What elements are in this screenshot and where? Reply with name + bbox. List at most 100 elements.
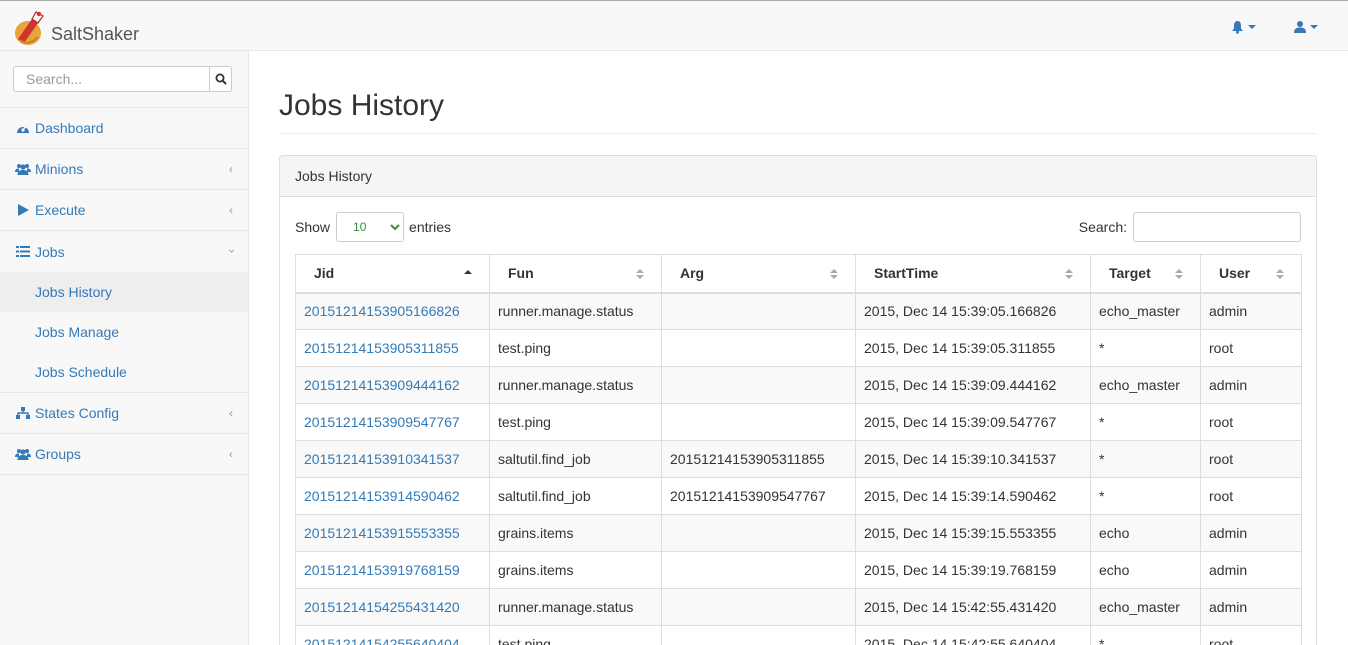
sidebar-item-minions[interactable]: Minions ‹ [0, 149, 248, 190]
column-header-target[interactable]: Target [1090, 254, 1201, 294]
brand-name: SaltShaker [51, 24, 140, 44]
jobs-history-panel: Jobs History Show 10 entries Search: Jid… [279, 155, 1317, 645]
sidebar-item-dashboard[interactable]: Dashboard [0, 108, 248, 149]
sidebar-subitem-jobs-schedule[interactable]: Jobs Schedule [0, 352, 248, 392]
table-cell-fun: test.ping [489, 329, 662, 367]
table-cell-fun: runner.manage.status [489, 366, 662, 404]
main-content: Jobs History Jobs History Show 10 entrie… [249, 51, 1348, 645]
sidebar-search-button[interactable] [210, 66, 232, 92]
column-label: Target [1109, 265, 1151, 282]
table-cell-target: echo [1090, 514, 1201, 552]
table-cell-arg: 20151214153905311855 [661, 440, 856, 478]
table-cell-target: echo_master [1090, 588, 1201, 626]
table-cell-fun: runner.manage.status [489, 292, 662, 330]
jid-link[interactable]: 20151214153919768159 [304, 562, 460, 578]
sidebar-item-execute[interactable]: Execute ‹ [0, 190, 248, 231]
table-cell-starttime: 2015, Dec 14 15:39:05.166826 [855, 292, 1091, 330]
column-label: Fun [508, 265, 534, 282]
brand[interactable]: SaltShaker [12, 5, 139, 49]
column-label: User [1219, 265, 1251, 282]
jid-link[interactable]: 20151214153909547767 [304, 414, 460, 430]
table-cell-fun: test.ping [489, 403, 662, 441]
sort-both-icon [1065, 269, 1073, 279]
sidebar-item-label: Groups [35, 446, 81, 462]
sitemap-icon [15, 406, 31, 420]
sidebar-item-groups[interactable]: Groups ‹ [0, 434, 248, 475]
column-header-jid[interactable]: Jid [295, 254, 490, 294]
column-label: Arg [680, 265, 705, 282]
bell-icon [1232, 20, 1243, 34]
sidebar-item-jobs[interactable]: Jobs ‹ [0, 231, 248, 272]
table-cell-arg: 20151214153909547767 [661, 477, 856, 515]
search-icon [215, 73, 227, 85]
jobs-table: Jid Fun Arg StartTime Target User 201512… [295, 254, 1302, 645]
table-header-row: Jid Fun Arg StartTime Target User [295, 254, 1302, 294]
table-cell-jid: 20151214153905311855 [295, 329, 490, 367]
table-cell-starttime: 2015, Dec 14 15:39:14.590462 [855, 477, 1091, 515]
user-dropdown[interactable] [1286, 20, 1348, 34]
table-cell-fun: grains.items [489, 514, 662, 552]
table-cell-target: echo [1090, 551, 1201, 589]
table-cell-user: admin [1200, 514, 1302, 552]
table-cell-target: * [1090, 403, 1201, 441]
table-row: 20151214153909547767 test.ping 2015, Dec 1… [295, 403, 1302, 441]
table-cell-user: root [1200, 403, 1302, 441]
sidebar-item-label: Minions [35, 161, 84, 177]
entries-length-control: Show 10 entries [295, 212, 451, 242]
sidebar-item-states-config[interactable]: States Config ‹ [0, 393, 248, 434]
jid-link[interactable]: 20151214153914590462 [304, 488, 460, 504]
table-cell-jid: 20151214153919768159 [295, 551, 490, 589]
user-icon [1294, 20, 1306, 33]
jobs-table-body: 20151214153905166826 runner.manage.status… [295, 292, 1302, 645]
jid-link[interactable]: 20151214154255640404 [304, 636, 460, 645]
table-row: 20151214153905311855 test.ping 2015, Dec 1… [295, 329, 1302, 367]
jid-link[interactable]: 20151214153915553355 [304, 525, 460, 541]
panel-heading: Jobs History [280, 156, 1316, 197]
chevron-left-icon: ‹ [229, 406, 233, 420]
sort-both-icon [1276, 269, 1284, 279]
sidebar-subitem-jobs-history[interactable]: Jobs History [0, 272, 248, 312]
table-row: 20151214153914590462 saltutil.find_job 201… [295, 477, 1302, 515]
column-header-starttime[interactable]: StartTime [855, 254, 1091, 294]
caret-down-icon [1248, 24, 1256, 29]
sidebar-item-label: Jobs [35, 243, 65, 260]
table-cell-starttime: 2015, Dec 14 15:39:10.341537 [855, 440, 1091, 478]
entries-label: entries [409, 219, 452, 235]
table-cell-user: admin [1200, 292, 1302, 330]
table-cell-jid: 20151214153914590462 [295, 477, 490, 515]
jid-link[interactable]: 20151214153905166826 [304, 303, 460, 319]
table-row: 20151214153909444162 runner.manage.status… [295, 366, 1302, 404]
table-cell-starttime: 2015, Dec 14 15:39:15.553355 [855, 514, 1091, 552]
table-cell-target: * [1090, 440, 1201, 478]
notifications-dropdown[interactable] [1223, 20, 1286, 34]
sidebar-subitem-jobs-manage[interactable]: Jobs Manage [0, 312, 248, 352]
sort-both-icon [1175, 269, 1183, 279]
show-label: Show [295, 219, 331, 235]
table-cell-user: root [1200, 625, 1302, 645]
table-cell-jid: 20151214154255640404 [295, 625, 490, 645]
table-cell-fun: grains.items [489, 551, 662, 589]
sort-ascending-icon [464, 270, 472, 274]
sidebar-search-input[interactable] [13, 66, 210, 92]
salt-shaker-logo-icon [15, 11, 44, 45]
jid-link[interactable]: 20151214153910341537 [304, 451, 460, 467]
table-cell-user: root [1200, 477, 1302, 515]
table-cell-jid: 20151214153909547767 [295, 403, 490, 441]
column-header-arg[interactable]: Arg [661, 254, 856, 294]
page-title: Jobs History [279, 89, 445, 122]
jid-link[interactable]: 20151214154255431420 [304, 599, 460, 615]
table-row: 20151214153905166826 runner.manage.status… [295, 292, 1302, 330]
table-cell-starttime: 2015, Dec 14 15:42:55.431420 [855, 588, 1091, 626]
jid-link[interactable]: 20151214153909444162 [304, 377, 460, 393]
jid-link[interactable]: 20151214153905311855 [304, 340, 459, 356]
table-filter: Search: [1079, 212, 1301, 242]
table-search-input[interactable] [1133, 212, 1301, 242]
table-cell-user: root [1200, 440, 1302, 478]
column-header-fun[interactable]: Fun [489, 254, 662, 294]
table-row: 20151214154255431420 runner.manage.status… [295, 588, 1302, 626]
entries-length-select[interactable]: 10 [336, 212, 405, 242]
column-header-user[interactable]: User [1200, 254, 1302, 294]
table-cell-jid: 20151214154255431420 [295, 588, 490, 626]
table-cell-user: root [1200, 329, 1302, 367]
table-cell-arg [661, 588, 856, 626]
